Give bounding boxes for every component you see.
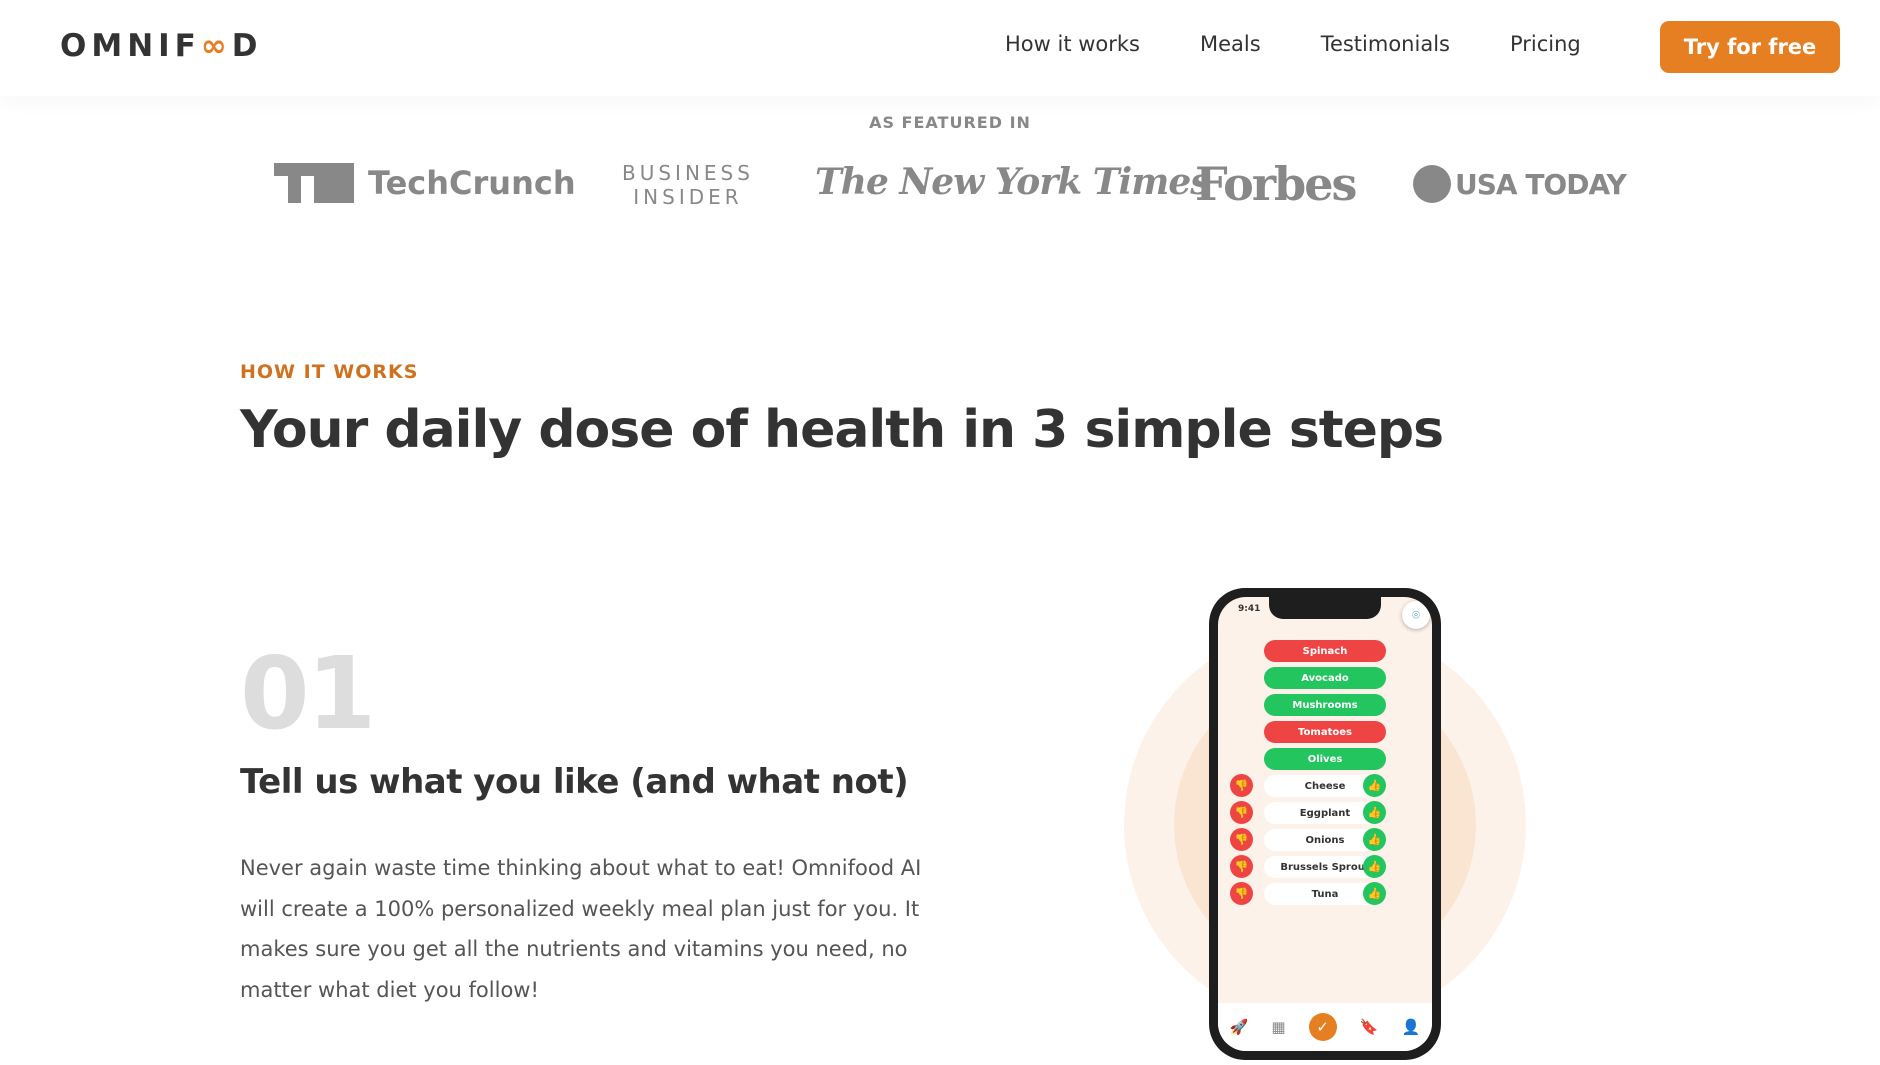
section-subheading: HOW IT WORKS [240, 361, 419, 383]
thumbs-up-icon[interactable]: 👍 [1363, 828, 1386, 851]
phone-screen: 9:41 ⌾ Spinach Avocado Mushrooms Tomatoe… [1218, 597, 1432, 1051]
check-icon[interactable]: ✓ [1308, 1013, 1337, 1041]
food-chip-mushrooms[interactable]: Mushrooms [1264, 694, 1386, 716]
nyt-logo: The New York Times [815, 161, 1210, 203]
featured-label: AS FEATURED IN [869, 113, 1031, 132]
phone-mockup: 9:41 ⌾ Spinach Avocado Mushrooms Tomatoe… [1209, 588, 1441, 1060]
try-for-free-button[interactable]: Try for free [1660, 21, 1840, 73]
step-title: Tell us what you like (and what not) [240, 762, 909, 802]
phone-notch [1269, 597, 1381, 619]
forbes-logo: Forbes [1195, 157, 1357, 211]
step-number: 01 [240, 635, 376, 752]
food-chip-spinach[interactable]: Spinach [1264, 640, 1386, 662]
nav-link-testimonials[interactable]: Testimonials [1321, 32, 1450, 56]
nav-link-meals[interactable]: Meals [1200, 32, 1261, 56]
thumbs-up-icon[interactable]: 👍 [1363, 801, 1386, 824]
header: OMNIF∞D How it works Meals Testimonials … [0, 0, 1880, 96]
techcrunch-logo: TechCrunch [274, 163, 576, 203]
rocket-icon[interactable]: 🚀 [1230, 1018, 1249, 1036]
thumbs-down-icon[interactable]: 👎 [1230, 801, 1253, 824]
step-description: Never again waste time thinking about wh… [240, 856, 922, 1002]
nav-link-how-it-works[interactable]: How it works [1005, 32, 1140, 56]
nav-link-pricing[interactable]: Pricing [1510, 32, 1581, 56]
scan-icon[interactable]: ⌾ [1402, 601, 1430, 629]
main-nav: How it works Meals Testimonials Pricing [1005, 32, 1641, 56]
thumbs-down-icon[interactable]: 👎 [1230, 828, 1253, 851]
thumbs-down-icon[interactable]: 👎 [1230, 774, 1253, 797]
business-insider-logo: BUSINESS INSIDER [622, 161, 754, 209]
food-chip-olives[interactable]: Olives [1264, 748, 1386, 770]
thumbs-up-icon[interactable]: 👍 [1363, 882, 1386, 905]
calendar-icon[interactable]: ▦ [1271, 1018, 1285, 1036]
phone-time: 9:41 [1238, 604, 1261, 614]
usa-today-logo: USA TODAY [1413, 165, 1627, 203]
thumbs-down-icon[interactable]: 👎 [1230, 882, 1253, 905]
phone-tab-bar: 🚀 ▦ ✓ 🔖 👤 [1218, 1003, 1432, 1051]
section-heading: Your daily dose of health in 3 simple st… [240, 400, 1444, 460]
thumbs-down-icon[interactable]: 👎 [1230, 855, 1253, 878]
food-chip-avocado[interactable]: Avocado [1264, 667, 1386, 689]
user-icon[interactable]: 👤 [1402, 1018, 1421, 1036]
thumbs-up-icon[interactable]: 👍 [1363, 855, 1386, 878]
thumbs-up-icon[interactable]: 👍 [1363, 774, 1386, 797]
omnifood-logo[interactable]: OMNIF∞D [60, 28, 262, 64]
food-chip-tomatoes[interactable]: Tomatoes [1264, 721, 1386, 743]
bookmark-icon[interactable]: 🔖 [1360, 1018, 1379, 1036]
